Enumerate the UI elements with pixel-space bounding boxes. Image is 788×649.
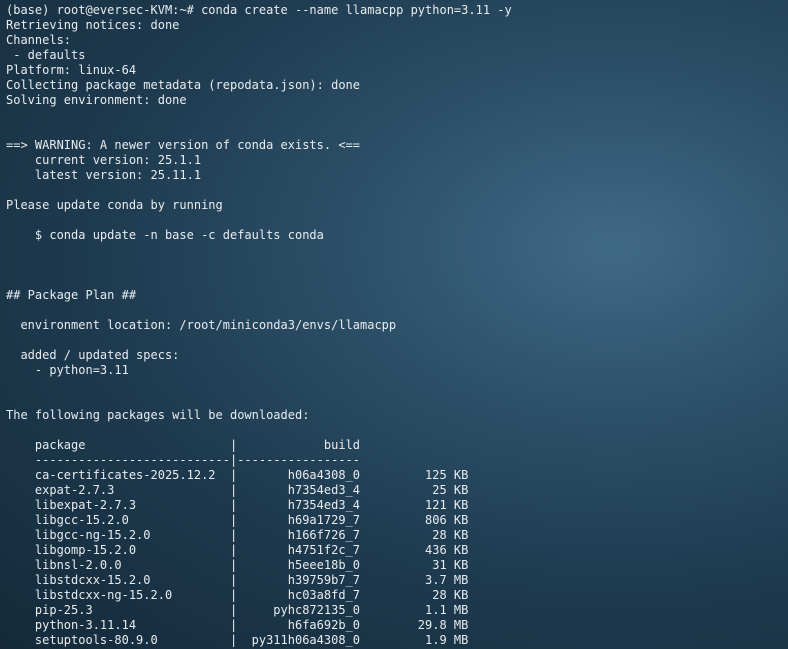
terminal-line: ---------------------------|------------… <box>6 453 361 467</box>
terminal-line: libgomp-15.2.0 | h4751f2c_7 436 KB <box>6 543 469 557</box>
terminal-line: current version: 25.1.1 <box>6 153 202 167</box>
terminal-line: The following packages will be downloade… <box>6 408 310 422</box>
terminal-line: ==> WARNING: A newer version of conda ex… <box>6 138 361 152</box>
terminal-line: environment location: /root/miniconda3/e… <box>6 318 397 332</box>
terminal-line: ca-certificates-2025.12.2 | h06a4308_0 1… <box>6 468 469 482</box>
terminal-line: expat-2.7.3 | h7354ed3_4 25 KB <box>6 483 469 497</box>
terminal-line: libgcc-ng-15.2.0 | h166f726_7 28 KB <box>6 528 469 542</box>
terminal-line: (base) root@eversec-KVM:~# conda create … <box>6 3 512 17</box>
terminal-line: package | build <box>6 438 361 452</box>
terminal-line: python-3.11.14 | h6fa692b_0 29.8 MB <box>6 618 469 632</box>
terminal-window[interactable]: (base) root@eversec-KVM:~# conda create … <box>0 0 788 649</box>
terminal-line: libnsl-2.0.0 | h5eee18b_0 31 KB <box>6 558 469 572</box>
terminal-line: Please update conda by running <box>6 198 223 212</box>
terminal-line: Channels: <box>6 33 72 47</box>
terminal-line: libgcc-15.2.0 | h69a1729_7 806 KB <box>6 513 469 527</box>
terminal-line: Platform: linux-64 <box>6 63 137 77</box>
terminal-line: libstdcxx-15.2.0 | h39759b7_7 3.7 MB <box>6 573 469 587</box>
terminal-line: Collecting package metadata (repodata.js… <box>6 78 361 92</box>
terminal-line: - python=3.11 <box>6 363 129 377</box>
terminal-line: libstdcxx-ng-15.2.0 | hc03a8fd_7 28 KB <box>6 588 469 602</box>
terminal-line: Solving environment: done <box>6 93 187 107</box>
terminal-line: setuptools-80.9.0 | py311h06a4308_0 1.9 … <box>6 633 469 647</box>
terminal-line: $ conda update -n base -c defaults conda <box>6 228 324 242</box>
terminal-line: libexpat-2.7.3 | h7354ed3_4 121 KB <box>6 498 469 512</box>
terminal-line: pip-25.3 | pyhc872135_0 1.1 MB <box>6 603 469 617</box>
terminal-line: Retrieving notices: done <box>6 18 180 32</box>
terminal-line: ## Package Plan ## <box>6 288 137 302</box>
terminal-line: latest version: 25.11.1 <box>6 168 202 182</box>
terminal-line: - defaults <box>6 48 86 62</box>
terminal-line: added / updated specs: <box>6 348 180 362</box>
